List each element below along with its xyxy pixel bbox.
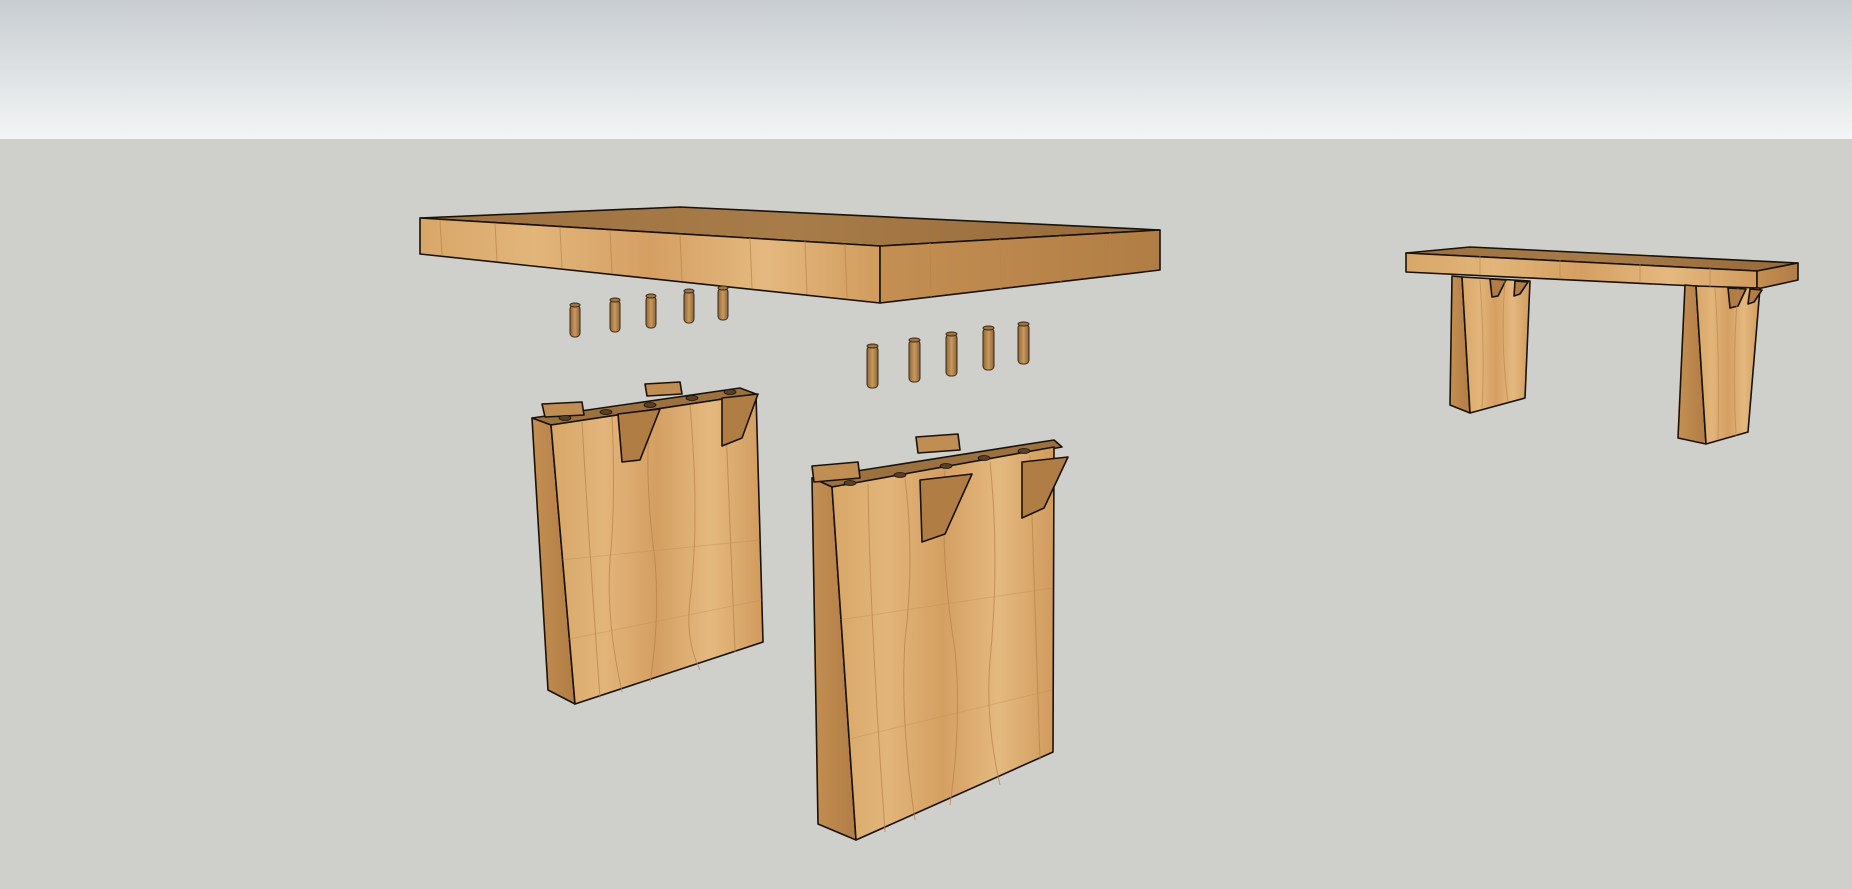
dowel: [982, 325, 995, 371]
dowel: [717, 285, 729, 321]
bench-leg-left-front: [1461, 276, 1531, 414]
dowel-row-left[interactable]: [569, 285, 729, 338]
tenon: [811, 461, 861, 483]
leg-panel-left[interactable]: [531, 381, 764, 705]
dowel-row-right[interactable]: [866, 321, 1030, 389]
dowel: [866, 343, 879, 389]
bench-leg-right-front: [1695, 285, 1761, 445]
exploded-tabletop[interactable]: [419, 206, 1161, 304]
dowel: [945, 331, 958, 377]
tenon: [541, 401, 585, 418]
dowel: [1017, 321, 1030, 365]
leg-panel-right[interactable]: [811, 433, 1069, 841]
assembled-bench[interactable]: [1405, 246, 1799, 445]
dowel: [609, 297, 621, 333]
model-scene[interactable]: [0, 0, 1852, 889]
tenon: [644, 381, 683, 397]
dowel: [569, 302, 581, 338]
dowel: [683, 288, 695, 324]
dowel: [645, 293, 657, 329]
tenon: [915, 433, 961, 454]
dowel: [908, 337, 921, 383]
model-viewport[interactable]: [0, 0, 1852, 889]
